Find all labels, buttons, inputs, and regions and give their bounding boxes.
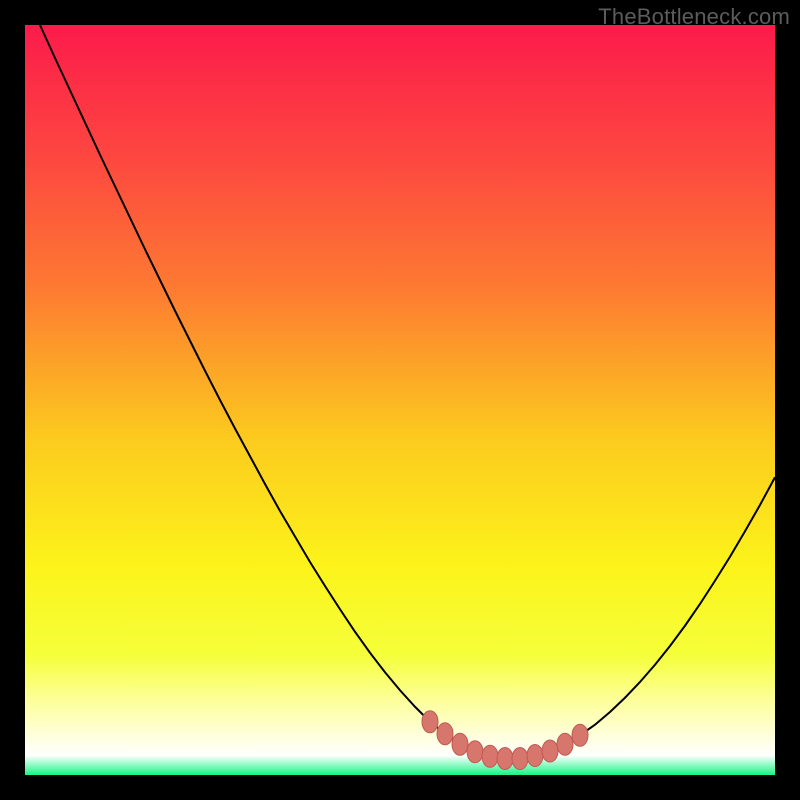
curve-marker: [497, 748, 513, 770]
curve-marker: [572, 724, 588, 746]
curve-marker: [527, 745, 543, 767]
plot-area: [25, 25, 775, 775]
curve-marker: [452, 733, 468, 755]
curve-marker: [437, 723, 453, 745]
curve-marker: [467, 741, 483, 763]
chart-svg: [25, 25, 775, 775]
curve-marker: [557, 733, 573, 755]
curve-marker: [482, 745, 498, 767]
curve-marker: [422, 711, 438, 733]
curve-marker: [512, 748, 528, 770]
gradient-background: [25, 25, 775, 775]
chart-frame: TheBottleneck.com: [0, 0, 800, 800]
attribution-watermark: TheBottleneck.com: [598, 4, 790, 30]
curve-marker: [542, 740, 558, 762]
